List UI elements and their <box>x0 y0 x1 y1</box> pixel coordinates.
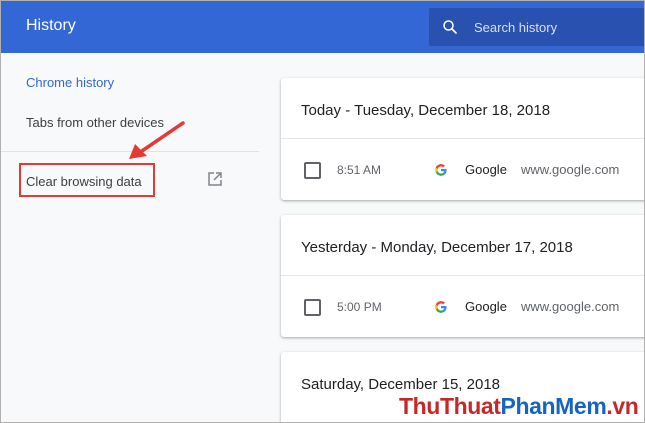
day-heading: Today - Tuesday, December 18, 2018 <box>301 102 551 119</box>
card-divider <box>281 275 644 276</box>
sidebar: Chrome history Tabs from other devices C… <box>1 53 259 422</box>
google-favicon-icon <box>435 164 447 176</box>
entry-time: 5:00 PM <box>337 300 382 314</box>
search-input[interactable] <box>474 17 639 37</box>
toolbar: History <box>1 1 644 53</box>
history-card-today: Today - Tuesday, December 18, 2018 8:51 … <box>281 78 644 200</box>
entry-checkbox[interactable] <box>304 299 321 316</box>
history-page: History Chrome history Tabs from other d… <box>0 0 645 423</box>
entry-domain: www.google.com <box>521 299 620 314</box>
page-title: History <box>26 17 76 34</box>
search-box[interactable] <box>429 8 644 46</box>
sidebar-item-chrome-history[interactable]: Chrome history <box>26 75 114 90</box>
entry-time: 8:51 AM <box>337 163 382 177</box>
watermark-logo: ThuThuatPhanMem.vn <box>399 393 639 419</box>
highlight-box <box>19 163 155 197</box>
day-heading: Saturday, December 15, 2018 <box>301 376 501 393</box>
open-in-new-icon[interactable] <box>207 171 223 187</box>
entry-title-link[interactable]: Google <box>465 299 507 314</box>
annotation-arrow <box>129 121 185 159</box>
entry-domain: www.google.com <box>521 162 620 177</box>
search-icon[interactable] <box>441 18 459 36</box>
google-favicon-icon <box>435 301 447 313</box>
entry-title-link[interactable]: Google <box>465 162 507 177</box>
day-heading: Yesterday - Monday, December 17, 2018 <box>301 239 573 256</box>
history-card-yesterday: Yesterday - Monday, December 17, 2018 5:… <box>281 215 644 337</box>
entry-checkbox[interactable] <box>304 162 321 179</box>
card-divider <box>281 138 644 139</box>
